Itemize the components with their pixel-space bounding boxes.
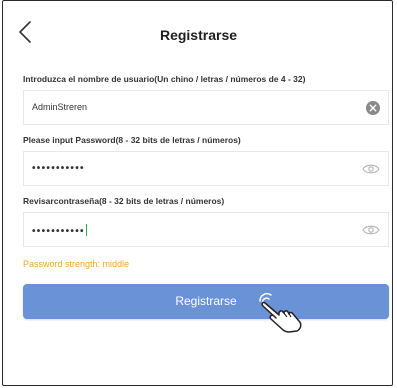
page-title: Registrarse [159,27,238,43]
register-button[interactable]: Registrarse [23,284,389,319]
password-field[interactable]: ••••••••••• [23,151,389,186]
confirm-password-label: Revisarcontraseña(8 - 32 bits de letras … [23,196,225,206]
username-label: Introduzca el nombre de usuario(Un chino… [23,74,306,84]
password-strength-text: Password strength: middle [23,259,130,269]
eye-icon[interactable] [362,224,380,236]
header-bar: Registrarse [3,15,394,55]
confirm-password-field[interactable]: ••••••••••• [23,212,389,247]
clear-icon[interactable] [366,101,380,115]
eye-icon[interactable] [362,163,380,175]
register-button-label: Registrarse [175,294,237,308]
username-value[interactable]: AdminStreren [32,102,87,112]
password-label: Please input Password(8 - 32 bits de let… [23,135,241,145]
confirm-password-value[interactable]: ••••••••••• [32,224,87,237]
password-masked-value[interactable]: ••••••••••• [32,163,85,174]
pointing-hand-icon [259,293,302,333]
confirm-password-masked-value: ••••••••••• [32,226,85,237]
phone-screen: Registrarse Introduzca el nombre de usua… [2,0,393,386]
text-caret [85,224,87,236]
username-field[interactable]: AdminStreren [23,90,389,125]
